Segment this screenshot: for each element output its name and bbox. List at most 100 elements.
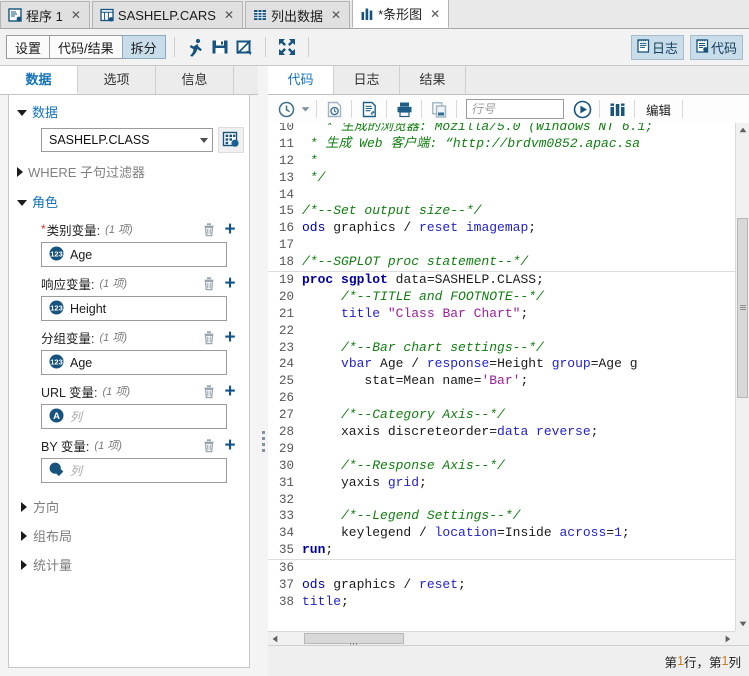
add-icon[interactable]: + bbox=[219, 435, 241, 455]
close-icon[interactable]: ✕ bbox=[70, 8, 82, 22]
history-icon[interactable] bbox=[273, 97, 299, 121]
section-group-layout[interactable]: 组布局 bbox=[9, 520, 249, 549]
code-horizontal-scrollbar[interactable] bbox=[268, 631, 735, 645]
submit-icon[interactable] bbox=[569, 97, 595, 121]
close-icon[interactable]: ✕ bbox=[223, 8, 235, 22]
panel-splitter[interactable] bbox=[259, 66, 268, 676]
code-line[interactable]: 34 keylegend / location=Inside across=1; bbox=[268, 525, 735, 543]
role-value-response[interactable]: 123 Height bbox=[41, 296, 227, 321]
maximize-icon[interactable] bbox=[275, 35, 299, 59]
horizontal-scroll-thumb[interactable] bbox=[304, 633, 404, 645]
section-data[interactable]: 数据 bbox=[9, 95, 249, 125]
role-label-url: URL 变量: (1 项) + bbox=[9, 377, 249, 403]
code-line[interactable]: 26 bbox=[268, 390, 735, 408]
section-statistics[interactable]: 统计量 bbox=[9, 549, 249, 578]
role-value-by[interactable]: 列 bbox=[41, 458, 227, 483]
goto-line-input[interactable]: 行号 bbox=[466, 99, 564, 119]
add-icon[interactable]: + bbox=[219, 273, 241, 293]
format-code-icon[interactable] bbox=[356, 97, 382, 121]
code-token: ods bbox=[302, 220, 326, 236]
delete-icon[interactable] bbox=[199, 219, 219, 239]
close-icon[interactable]: ✕ bbox=[429, 7, 441, 21]
run-icon[interactable] bbox=[184, 35, 208, 59]
code-line[interactable]: 20 /*--TITLE and FOOTNOTE--*/ bbox=[268, 288, 735, 306]
save-icon[interactable] bbox=[208, 35, 232, 59]
close-icon[interactable]: ✕ bbox=[330, 8, 342, 22]
code-line[interactable]: 17 bbox=[268, 237, 735, 255]
role-value-group[interactable]: 123 Age bbox=[41, 350, 227, 375]
reset-code-icon[interactable] bbox=[321, 97, 347, 121]
history-dropdown-icon[interactable] bbox=[299, 97, 312, 121]
code-line[interactable]: 27 /*--Category Axis--*/ bbox=[268, 407, 735, 425]
code-line[interactable]: 15 /*--Set output size--*/ bbox=[268, 203, 735, 221]
delete-icon[interactable] bbox=[199, 381, 219, 401]
code-line[interactable]: 24 vbar Age / response=Height group=Age … bbox=[268, 356, 735, 374]
save-as-icon[interactable] bbox=[232, 35, 256, 59]
print-icon[interactable] bbox=[391, 97, 417, 121]
split-button[interactable]: 拆分 bbox=[121, 35, 166, 59]
section-roles[interactable]: 角色 bbox=[9, 185, 249, 215]
section-where-filter[interactable]: WHERE 子句过滤器 bbox=[9, 155, 249, 185]
code-line[interactable]: 32 bbox=[268, 491, 735, 509]
dataset-select[interactable]: SASHELP.CLASS bbox=[41, 128, 213, 152]
code-line[interactable]: 31 yaxis grid; bbox=[268, 474, 735, 492]
tab-bar-chart[interactable]: *条形图 ✕ bbox=[352, 0, 450, 28]
tab-sashelp-cars[interactable]: SASHELP.CARS ✕ bbox=[91, 1, 243, 28]
delete-icon[interactable] bbox=[199, 435, 219, 455]
role-value-url[interactable]: A 列 bbox=[41, 404, 227, 429]
code-line[interactable]: 22 bbox=[268, 322, 735, 340]
code-line[interactable]: 10 * 生成的浏览器: Mozilla/5.0 (Windows NT 6.1… bbox=[268, 123, 735, 136]
role-value-category[interactable]: 123 Age bbox=[41, 242, 227, 267]
tab-list-data[interactable]: 列出数据 ✕ bbox=[245, 1, 351, 28]
select-data-icon[interactable] bbox=[218, 127, 244, 153]
code-vertical-scrollbar[interactable] bbox=[735, 123, 749, 631]
scroll-left-icon[interactable] bbox=[268, 632, 282, 645]
scroll-down-icon[interactable] bbox=[736, 617, 749, 631]
code-line[interactable]: 36 bbox=[268, 560, 735, 578]
code-lines[interactable]: 10 * 生成的浏览器: Mozilla/5.0 (Windows NT 6.1… bbox=[268, 123, 735, 611]
delete-icon[interactable] bbox=[199, 273, 219, 293]
code-line[interactable]: 11 * 生成 Web 客户端: “http://brdvm0852.apac.… bbox=[268, 135, 735, 153]
tab-code[interactable]: 代码 bbox=[268, 66, 334, 94]
code-line[interactable]: 30 /*--Response Axis--*/ bbox=[268, 457, 735, 475]
delete-icon[interactable] bbox=[199, 327, 219, 347]
line-number: 16 bbox=[268, 220, 294, 238]
code-line[interactable]: 35 run; bbox=[268, 542, 735, 561]
add-icon[interactable]: + bbox=[219, 381, 241, 401]
section-direction[interactable]: 方向 bbox=[9, 491, 249, 520]
code-line[interactable]: 25 stat=Mean name='Bar'; bbox=[268, 373, 735, 391]
add-icon[interactable]: + bbox=[219, 219, 241, 239]
code-line[interactable]: 23 /*--Bar chart settings--*/ bbox=[268, 339, 735, 357]
code-line[interactable]: 21 title "Class Bar Chart"; bbox=[268, 305, 735, 323]
code-editor[interactable]: 10 * 生成的浏览器: Mozilla/5.0 (Windows NT 6.1… bbox=[268, 123, 749, 645]
code-button[interactable]: 代码 bbox=[689, 34, 743, 60]
code-line[interactable]: 33 /*--Legend Settings--*/ bbox=[268, 508, 735, 526]
code-line[interactable]: 28 xaxis discreteorder=data reverse; bbox=[268, 424, 735, 441]
settings-button[interactable]: 设置 bbox=[6, 35, 51, 59]
code-line[interactable]: 14 bbox=[268, 186, 735, 204]
scroll-right-icon[interactable] bbox=[721, 632, 735, 645]
copy-icon[interactable] bbox=[426, 97, 452, 121]
code-line[interactable]: 19 proc sgplot data=SASHELP.CLASS; bbox=[268, 271, 735, 289]
code-results-button[interactable]: 代码/结果 bbox=[49, 35, 123, 59]
tab-log[interactable]: 日志 bbox=[334, 66, 400, 94]
code-line[interactable]: 29 bbox=[268, 440, 735, 458]
vertical-scroll-thumb[interactable] bbox=[737, 218, 748, 398]
add-icon[interactable]: + bbox=[219, 327, 241, 347]
analyze-icon[interactable] bbox=[604, 97, 630, 121]
tab-info[interactable]: 信息 bbox=[156, 66, 234, 94]
code-line[interactable]: 38 title; bbox=[268, 593, 735, 611]
tab-results[interactable]: 结果 bbox=[400, 66, 466, 94]
code-line[interactable]: 16 ods graphics / reset imagemap; bbox=[268, 220, 735, 238]
code-line[interactable]: 12 * bbox=[268, 152, 735, 170]
edit-button[interactable]: 编辑 bbox=[639, 100, 678, 119]
tab-data[interactable]: 数据 bbox=[0, 66, 78, 94]
tab-program-1[interactable]: 程序 1 ✕ bbox=[0, 1, 90, 28]
code-line[interactable]: 37 ods graphics / reset; bbox=[268, 577, 735, 594]
log-button[interactable]: 日志 bbox=[630, 34, 684, 60]
code-line[interactable]: 13 */ bbox=[268, 169, 735, 187]
tab-options[interactable]: 选项 bbox=[78, 66, 156, 94]
toolbar-divider-3 bbox=[307, 37, 309, 57]
scroll-up-icon[interactable] bbox=[736, 123, 749, 137]
code-line[interactable]: 18 /*--SGPLOT proc statement--*/ bbox=[268, 254, 735, 272]
